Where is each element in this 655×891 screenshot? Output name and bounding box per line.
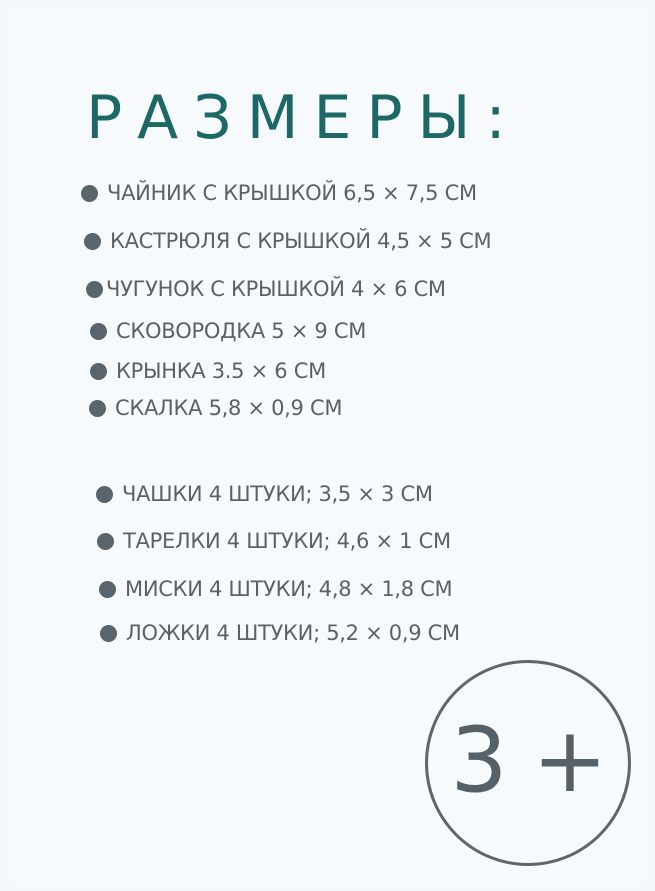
list-item: ЧАЙНИК С КРЫШКОЙ 6,5 × 7,5 СМ (81, 181, 477, 205)
bullet-icon (90, 322, 107, 340)
bullet-icon (90, 362, 107, 380)
list-item: СКОВОРОДКА 5 × 9 СМ (90, 319, 366, 343)
list-item-label: ТАРЕЛКИ 4 ШТУКИ; 4,6 × 1 СМ (123, 529, 451, 553)
list-item-label: СКОВОРОДКА 5 × 9 СМ (116, 319, 367, 343)
bullet-icon (97, 532, 114, 550)
list-item-label: ЧУГУНОК С КРЫШКОЙ 4 × 6 СМ (106, 277, 446, 301)
list-item: ЧАШКИ 4 ШТУКИ; 3,5 × 3 СМ (96, 482, 433, 506)
age-badge: 3 + (425, 660, 631, 866)
list-item-label: ЧАШКИ 4 ШТУКИ; 3,5 × 3 СМ (122, 482, 433, 506)
list-item: КРЫНКА 3.5 × 6 СМ (90, 359, 326, 383)
list-item: ЛОЖКИ 4 ШТУКИ; 5,2 × 0,9 СМ (100, 621, 460, 645)
list-item-label: КРЫНКА 3.5 × 6 СМ (116, 359, 326, 383)
page-title: РАЗМЕРЫ: (86, 83, 521, 153)
list-item-label: ЛОЖКИ 4 ШТУКИ; 5,2 × 0,9 СМ (126, 621, 460, 645)
list-item: КАСТРЮЛЯ С КРЫШКОЙ 4,5 × 5 СМ (84, 229, 492, 253)
bullet-icon (84, 232, 101, 250)
list-item: ЧУГУНОК С КРЫШКОЙ 4 × 6 СМ (86, 277, 446, 301)
bullet-icon (100, 624, 117, 642)
bullet-icon (86, 280, 103, 298)
list-item-label: КАСТРЮЛЯ С КРЫШКОЙ 4,5 × 5 СМ (110, 229, 492, 253)
list-item: МИСКИ 4 ШТУКИ; 4,8 × 1,8 СМ (99, 577, 453, 601)
bullet-icon (96, 485, 113, 503)
age-badge-label: 3 + (450, 708, 607, 813)
bullet-icon (81, 184, 98, 202)
list-item: ТАРЕЛКИ 4 ШТУКИ; 4,6 × 1 СМ (97, 529, 451, 553)
list-item-label: МИСКИ 4 ШТУКИ; 4,8 × 1,8 СМ (125, 577, 453, 601)
bullet-icon (89, 399, 106, 417)
list-item-label: ЧАЙНИК С КРЫШКОЙ 6,5 × 7,5 СМ (107, 181, 477, 205)
bullet-icon (99, 580, 116, 598)
list-item-label: СКАЛКА 5,8 × 0,9 СМ (115, 396, 343, 420)
list-item: СКАЛКА 5,8 × 0,9 СМ (89, 396, 342, 420)
